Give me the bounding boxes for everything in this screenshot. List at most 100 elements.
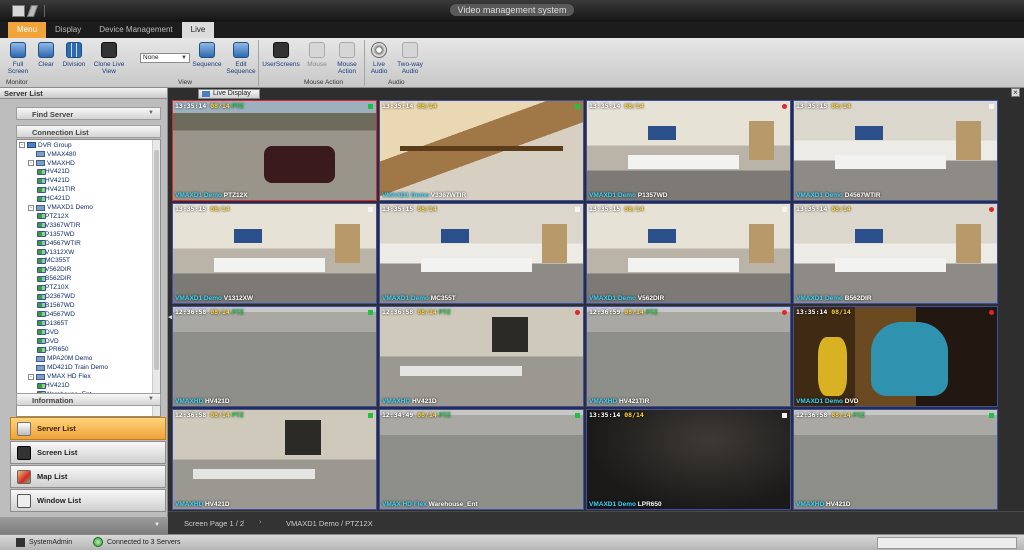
tree-camera-node[interactable]: D2367WD — [37, 292, 75, 301]
connection-tree[interactable]: - DVR Group VMAX480- VMAXHD HV421D HV421D HV42… — [16, 139, 161, 417]
find-server-bar[interactable]: Find Server ▼ — [16, 107, 161, 120]
full-screen-button[interactable]: Full Screen — [4, 42, 32, 75]
expand-toggle-icon[interactable]: - — [28, 160, 34, 167]
tree-camera-node[interactable]: DVD — [37, 328, 59, 337]
tree-camera-node[interactable]: B1567WD — [37, 301, 75, 310]
camera-tile[interactable]: 13:35:15 08/14 VMAXD1 Demo V562DIR — [586, 203, 791, 304]
connection-status-icon — [93, 537, 103, 547]
expand-toggle-icon[interactable]: - — [28, 204, 34, 211]
division-select[interactable]: None ▼ — [140, 53, 190, 63]
camera-icon — [37, 168, 46, 175]
camera-tile[interactable]: 12:34:49 08/14 PTZ VMAX HD Flex Warehouse_… — [379, 409, 584, 510]
tree-server-node[interactable]: MPA20M Demo — [28, 355, 92, 364]
camera-icon — [37, 249, 46, 256]
camera-video-feed — [587, 101, 790, 200]
tree-camera-node[interactable]: HV421D — [37, 168, 70, 177]
tree-scrollbar-thumb[interactable] — [154, 150, 159, 370]
cabinet-shape — [956, 120, 981, 161]
user-screens-button[interactable]: UserScreens — [262, 42, 300, 68]
tree-camera-node[interactable]: MC355T — [37, 257, 70, 266]
tree-camera-node[interactable]: D1365T — [37, 319, 68, 328]
camera-tile[interactable]: 13:35:14 08/14 VMAXD1 Demo P1357WD — [586, 100, 791, 201]
camera-tile[interactable]: 13:35:15 08/14 VMAXD1 Demo V1312XW — [172, 203, 377, 304]
sequence-button[interactable]: Sequence — [192, 42, 222, 68]
tree-group-node[interactable]: - DVR Group — [19, 141, 72, 150]
window-icon — [17, 493, 31, 508]
clone-live-view-button[interactable]: Clone Live View — [90, 42, 128, 75]
tab-device-management[interactable]: Device Management — [90, 22, 181, 38]
tree-camera-node[interactable]: P1357WD — [37, 230, 75, 239]
division-button[interactable]: Division — [60, 42, 88, 68]
screen-list-button[interactable]: Screen List — [10, 441, 166, 464]
clear-button[interactable]: Clear — [34, 42, 58, 68]
server-icon — [36, 373, 45, 380]
camera-timestamp: 13:35:14 08/14 — [382, 102, 437, 110]
camera-timestamp: 13:35:14 08/14 — [589, 411, 644, 419]
camera-tile[interactable]: 12:36:58 08/14 PTZ VMAXHD HV421D — [172, 306, 377, 407]
camera-video-feed — [380, 101, 583, 200]
live-audio-button[interactable]: Live Audio — [366, 42, 392, 75]
mouse-button[interactable]: Mouse — [304, 42, 330, 68]
tree-camera-node[interactable]: B562DIR — [37, 275, 71, 284]
camera-tile[interactable]: 13:35:14 08/14 VMAXD1 Demo DVD — [793, 306, 998, 407]
two-way-audio-button[interactable]: Two-way Audio — [394, 42, 426, 75]
tree-camera-node[interactable]: DVD — [37, 337, 59, 346]
tab-display[interactable]: Display — [46, 22, 90, 38]
camera-timestamp: 12:36:58 08/14 PTZ — [796, 411, 865, 419]
camera-tile[interactable]: 12:36:58 08/14 PTZ VMAXHD HV421D — [172, 409, 377, 510]
camera-server-name: VMAXD1 Demo — [796, 295, 843, 302]
connection-list-bar[interactable]: Connection List — [16, 125, 161, 138]
timestamp-time: 13:35:14 — [589, 411, 621, 419]
tree-server-node[interactable]: MD421D Train Demo — [28, 364, 108, 373]
expand-toggle-icon[interactable]: - — [19, 142, 25, 149]
tab-live-display[interactable]: Live Display — [198, 89, 260, 99]
camera-video-feed — [794, 307, 997, 406]
tree-camera-node[interactable]: D4567WTIR — [37, 239, 81, 248]
tree-server-node[interactable]: - VMAXHD — [28, 159, 75, 168]
camera-tile[interactable]: 13:35:15 08/14 VMAXD1 Demo D4567WTIR — [793, 100, 998, 201]
tab-live[interactable]: Live — [181, 22, 215, 38]
page-nav-arrows[interactable]: ‹ › — [242, 517, 268, 526]
tree-scrollbar[interactable] — [152, 140, 160, 416]
expand-toggle-icon[interactable]: - — [28, 373, 34, 380]
camera-tile[interactable]: 12:36:58 08/14 PTZ VMAXHD HV421D — [793, 409, 998, 510]
tree-camera-node[interactable]: V3367WTIR — [37, 221, 80, 230]
monitor-shape — [647, 228, 677, 243]
camera-tile[interactable]: 13:35:14 08/14 VMAXD1 Demo LPR650 — [586, 409, 791, 510]
tree-server-node[interactable]: - VMAXD1 Demo — [28, 203, 93, 212]
desk-shape — [420, 258, 533, 273]
camera-icon — [37, 222, 46, 229]
camera-name: DVD — [844, 398, 859, 405]
tree-camera-node[interactable]: PTZ10X — [37, 283, 69, 292]
edit-sequence-button[interactable]: Edit Sequence — [226, 42, 256, 75]
tree-server-node[interactable]: - VMAX HD Flex — [28, 372, 91, 381]
map-list-button[interactable]: Map List — [10, 465, 166, 488]
window-list-button[interactable]: Window List — [10, 489, 166, 512]
tree-camera-node[interactable]: D4567WD — [37, 310, 75, 319]
tree-camera-node[interactable]: V562DIR — [37, 266, 71, 275]
tree-camera-node[interactable]: PTZ12X — [37, 212, 69, 221]
server-list-header: Server List — [0, 88, 167, 99]
tree-camera-node[interactable]: HV421D — [37, 381, 70, 390]
information-bar[interactable]: Information ▼ — [16, 393, 161, 406]
tree-camera-node[interactable]: HV421D — [37, 177, 70, 186]
tree-camera-node[interactable]: LPR650 — [37, 346, 69, 355]
tree-camera-node[interactable]: HC421D — [37, 194, 70, 203]
server-list-button[interactable]: Server List — [10, 417, 166, 440]
tree-camera-node[interactable]: HV421TIR — [37, 186, 75, 195]
monitor-shape — [854, 228, 884, 243]
camera-tile[interactable]: 12:36:59 08/14 PTZ VMAXHD HV421TIR — [586, 306, 791, 407]
camera-tile[interactable]: 13:35:14 08/14 VMAXD1 Demo B562DIR — [793, 203, 998, 304]
ribbon: Full Screen Clear Division Clone Live Vi… — [0, 38, 1024, 88]
tab-menu[interactable]: Menu — [8, 22, 47, 38]
camera-server-name: VMAXD1 Demo — [796, 398, 843, 405]
tree-camera-node[interactable]: V1312XW — [37, 248, 74, 257]
tree-server-node[interactable]: VMAX480 — [28, 150, 76, 159]
chevron-down-icon[interactable]: ▼ — [154, 522, 160, 528]
camera-tile[interactable]: 13:35:14 08/14 PTZ VMAXD1 Demo PTZ12X — [172, 100, 377, 201]
camera-tile[interactable]: 13:35:14 08/14 VMAXD1 Demo V3367WTIR — [379, 100, 584, 201]
camera-tile[interactable]: 12:36:58 08/14 PTZ VMAXHD HV421D — [379, 306, 584, 407]
mouse-action-button[interactable]: Mouse Action — [332, 42, 362, 75]
camera-tile[interactable]: 13:35:15 08/14 VMAXD1 Demo MC355T — [379, 203, 584, 304]
close-icon[interactable]: × — [1011, 88, 1020, 97]
